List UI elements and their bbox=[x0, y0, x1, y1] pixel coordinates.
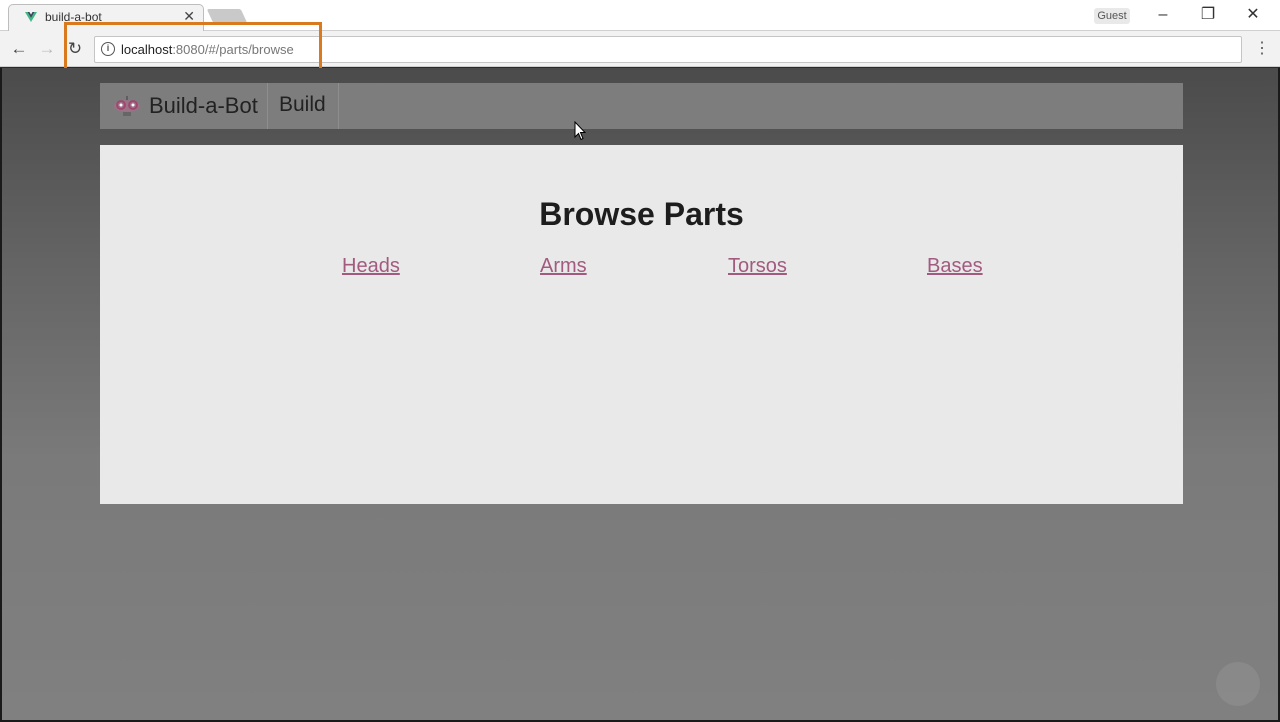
browser-tab[interactable]: build-a-bot ✕ bbox=[8, 4, 204, 31]
play-watermark-icon bbox=[1216, 662, 1260, 706]
vue-logo-icon bbox=[25, 12, 37, 22]
reload-icon[interactable]: ↻ bbox=[64, 38, 86, 60]
brand-name: Build-a-Bot bbox=[149, 93, 258, 118]
new-tab-button[interactable] bbox=[206, 9, 248, 23]
back-arrow-icon[interactable]: ← bbox=[8, 38, 30, 60]
arms-link[interactable]: Arms bbox=[540, 255, 587, 278]
brand-link[interactable]: Build-a-Bot bbox=[100, 83, 268, 129]
bases-link[interactable]: Bases bbox=[927, 255, 983, 278]
torsos-link[interactable]: Torsos bbox=[728, 255, 787, 278]
robot-logo-icon bbox=[114, 96, 140, 116]
mouse-cursor-icon bbox=[574, 121, 586, 141]
url-host: localhost bbox=[121, 42, 173, 57]
tab-close-icon[interactable]: ✕ bbox=[183, 8, 195, 24]
tab-title: build-a-bot bbox=[45, 10, 102, 24]
window-close-icon[interactable]: ✕ bbox=[1238, 5, 1268, 25]
page-title: Browse Parts bbox=[539, 196, 744, 232]
address-bar[interactable]: i localhost:8080/#/parts/browse bbox=[94, 36, 1242, 63]
profile-button[interactable]: Guest bbox=[1094, 8, 1130, 24]
main-content: Browse Parts Heads Arms Torsos Bases bbox=[100, 145, 1183, 504]
url-text[interactable]: localhost:8080/#/parts/browse bbox=[121, 42, 294, 57]
forward-arrow-icon[interactable]: → bbox=[36, 38, 58, 60]
browser-tabstrip: build-a-bot ✕ Guest – ❐ ✕ bbox=[0, 0, 1280, 31]
info-icon[interactable]: i bbox=[101, 42, 115, 56]
browser-menu-icon[interactable]: ⋮ bbox=[1254, 38, 1270, 60]
restore-icon[interactable]: ❐ bbox=[1193, 5, 1223, 25]
url-path: :8080/#/parts/browse bbox=[172, 42, 294, 57]
browser-toolbar: ← → ↻ i localhost:8080/#/parts/browse ⋮ bbox=[0, 31, 1280, 67]
page-viewport: Build-a-Bot Build Browse Parts Heads Arm… bbox=[0, 68, 1280, 722]
nav-build-label: Build bbox=[279, 93, 326, 116]
heads-link[interactable]: Heads bbox=[342, 255, 400, 278]
site-header: Build-a-Bot Build bbox=[100, 83, 1183, 129]
minimize-icon[interactable]: – bbox=[1148, 5, 1178, 25]
nav-build-link[interactable]: Build bbox=[268, 83, 339, 129]
